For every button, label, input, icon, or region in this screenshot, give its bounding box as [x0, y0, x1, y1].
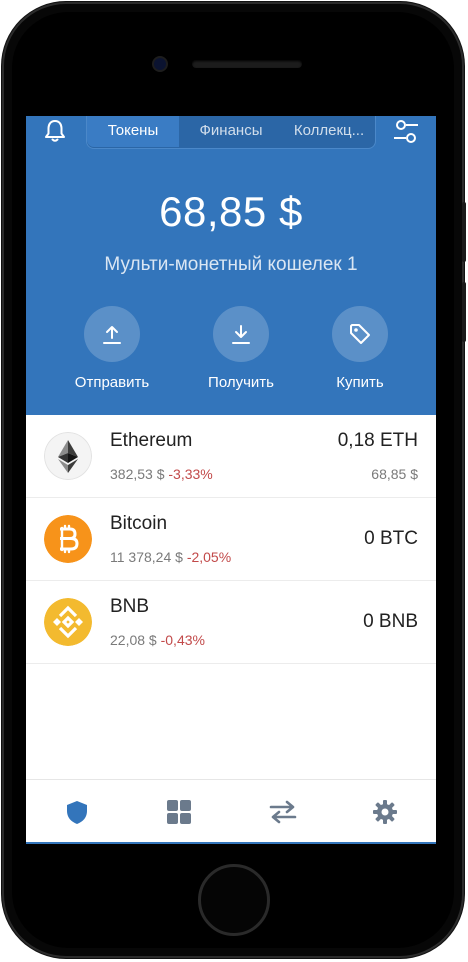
token-amount: 0,18 ETH — [337, 430, 418, 451]
receive-button[interactable]: Получить — [186, 306, 296, 391]
upload-icon — [103, 326, 121, 344]
send-button[interactable]: Отправить — [57, 306, 167, 391]
shield-icon — [67, 801, 87, 824]
bell-icon[interactable] — [42, 118, 68, 144]
ethereum-icon — [44, 432, 92, 480]
tab-finance[interactable]: Финансы — [183, 116, 279, 147]
screen-bottom-accent — [26, 842, 436, 844]
tag-icon — [350, 324, 370, 344]
receive-label: Получить — [208, 374, 274, 391]
token-name: BNB — [110, 596, 150, 617]
wallet-header: Токены Финансы Коллекц... 68,85 $ Мульти… — [26, 116, 436, 415]
tabs-bar: Токены Финансы Коллекц... — [86, 116, 376, 149]
bottom-navigation — [26, 779, 436, 843]
token-row-bnb[interactable]: BNB 22,08 $ -0,43% 0 BNB — [26, 581, 436, 664]
token-price-change: -3,33% — [168, 466, 213, 482]
bnb-icon — [44, 598, 92, 646]
nav-swap[interactable] — [231, 780, 333, 843]
token-name: Ethereum — [110, 430, 193, 451]
tab-tokens[interactable]: Токены — [87, 116, 179, 147]
token-price-value: 382,53 $ — [110, 466, 165, 482]
app-screen: Токены Финансы Коллекц... 68,85 $ Мульти… — [26, 116, 436, 844]
top-bar: Токены Финансы Коллекц... — [26, 116, 436, 152]
token-price-change: -2,05% — [186, 549, 232, 565]
buy-label: Купить — [336, 374, 384, 391]
home-button[interactable] — [198, 864, 270, 936]
token-list: Ethereum 382,53 $ -3,33% 0,18 ETH 68,85 … — [26, 415, 436, 664]
wallet-name[interactable]: Мульти-монетный кошелек 1 — [26, 254, 436, 276]
gear-icon — [373, 800, 397, 824]
token-amount: 0 BTC — [364, 528, 418, 549]
token-price: 11 378,24 $ -2,05% — [110, 549, 231, 565]
token-price-change: -0,43% — [160, 632, 205, 648]
earpiece-speaker — [192, 60, 302, 68]
token-name: Bitcoin — [110, 513, 168, 534]
nav-settings[interactable] — [334, 780, 436, 843]
total-balance: 68,85 $ — [159, 188, 303, 235]
buy-button-circle[interactable] — [332, 306, 388, 362]
front-camera — [154, 58, 166, 70]
download-icon — [232, 325, 250, 344]
token-price: 382,53 $ -3,33% — [110, 466, 213, 482]
send-button-circle[interactable] — [84, 306, 140, 362]
nav-wallet[interactable] — [26, 780, 128, 843]
tab-collectibles[interactable]: Коллекц... — [283, 116, 375, 147]
token-amount: 0 BNB — [363, 611, 418, 632]
token-price-value: 11 378,24 $ — [110, 549, 183, 565]
filter-settings-icon[interactable] — [392, 118, 420, 146]
token-price: 22,08 $ -0,43% — [110, 632, 205, 648]
token-price-value: 22,08 $ — [110, 632, 157, 648]
nav-dapps[interactable] — [128, 780, 230, 843]
token-row-ethereum[interactable]: Ethereum 382,53 $ -3,33% 0,18 ETH 68,85 … — [26, 415, 436, 498]
swap-icon — [269, 800, 297, 824]
grid-icon — [167, 800, 191, 824]
token-row-bitcoin[interactable]: Bitcoin 11 378,24 $ -2,05% 0 BTC — [26, 498, 436, 581]
volume-button — [462, 282, 466, 342]
send-label: Отправить — [74, 374, 150, 391]
volume-button — [462, 202, 466, 262]
receive-button-circle[interactable] — [213, 306, 269, 362]
token-fiat-value: 68,85 $ — [371, 466, 418, 482]
bitcoin-icon — [44, 515, 92, 563]
buy-button[interactable]: Купить — [305, 306, 415, 391]
